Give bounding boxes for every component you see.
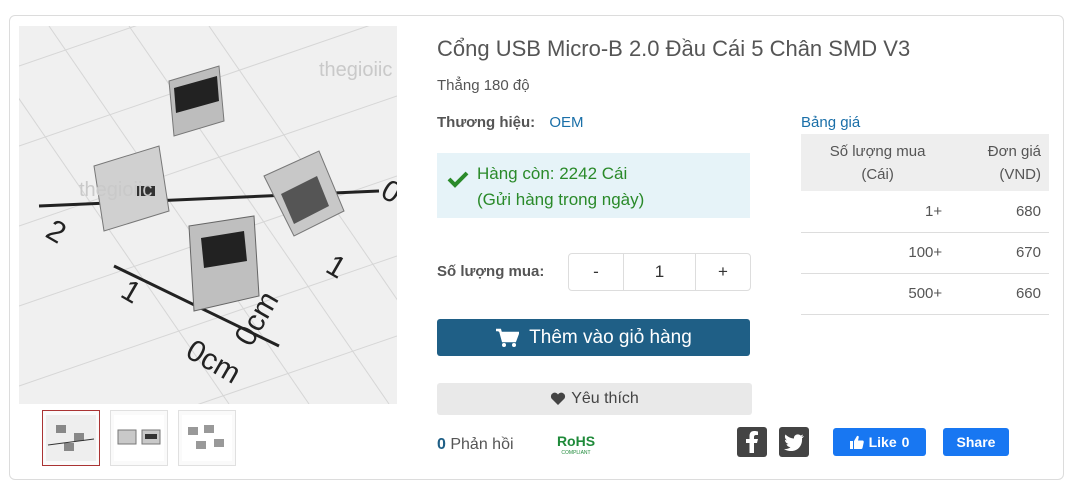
facebook-icon — [746, 431, 758, 453]
rohs-subtext: COMPLIANT — [561, 450, 590, 456]
product-photo: 2 1 0cm 1 0cm 0 thegioiic thegioiic — [19, 26, 397, 404]
facebook-share-text-button[interactable]: Share — [943, 428, 1009, 456]
header-price-line1: Đơn giá — [987, 142, 1041, 160]
like-count: 0 — [901, 434, 910, 450]
watermark: thegioiic — [319, 59, 392, 81]
stock-count: Hàng còn: 2242 Cái — [477, 164, 628, 183]
add-to-cart-button[interactable]: Thêm vào giỏ hàng — [437, 319, 750, 356]
thumbnail-2[interactable] — [110, 410, 168, 466]
thumbnail-image — [182, 415, 232, 461]
add-to-cart-label: Thêm vào giỏ hàng — [529, 326, 692, 348]
rohs-text: RoHS — [557, 433, 595, 449]
header-quantity: Số lượng mua (Cái) — [801, 134, 955, 191]
watermark: thegioiic — [79, 179, 152, 201]
thumbnail-1[interactable] — [42, 410, 100, 466]
brand-link[interactable]: OEM — [549, 114, 583, 131]
heart-icon — [551, 392, 566, 405]
price-table-header: Số lượng mua (Cái) Đơn giá (VND) — [801, 134, 1049, 191]
product-title: Cổng USB Micro-B 2.0 Đầu Cái 5 Chân SMD … — [437, 36, 911, 61]
twitter-icon — [784, 433, 804, 451]
quantity-decrement-button[interactable]: - — [569, 254, 623, 290]
comment-count: 0 — [437, 436, 446, 453]
cart-icon — [496, 328, 520, 347]
facebook-share-button[interactable] — [737, 427, 767, 457]
favorite-button[interactable]: Yêu thích — [437, 383, 752, 415]
check-icon — [447, 171, 469, 188]
price-row: 1+ 680 — [801, 191, 1049, 233]
header-price-line2: (VND) — [999, 165, 1041, 183]
quantity-input[interactable]: 1 — [623, 254, 696, 290]
thumbnail-image — [46, 415, 96, 461]
price-row-qty: 500+ — [801, 273, 955, 315]
header-quantity-line2: (Cái) — [861, 165, 894, 183]
stock-box: Hàng còn: 2242 Cái (Gửi hàng trong ngày) — [437, 153, 750, 218]
price-table-title: Bảng giá — [801, 114, 861, 131]
price-row-qty: 1+ — [801, 191, 955, 233]
price-row-price: 660 — [954, 273, 1049, 315]
facebook-like-button[interactable]: Like 0 — [833, 428, 926, 456]
comment-label: Phản hồi — [450, 436, 514, 453]
comments-link[interactable]: 0 Phản hồi — [437, 436, 514, 454]
price-row: 100+ 670 — [801, 232, 1049, 274]
price-row: 500+ 660 — [801, 273, 1049, 315]
brand-row: Thương hiệu: OEM — [437, 114, 584, 131]
price-row-price: 670 — [954, 232, 1049, 274]
quantity-stepper: - 1 + — [568, 253, 751, 291]
price-row-qty: 100+ — [801, 232, 955, 274]
product-subtitle: Thẳng 180 độ — [437, 77, 530, 94]
usb-connector-graphic — [188, 215, 260, 312]
brand-label: Thương hiệu: — [437, 114, 536, 131]
shipping-note: (Gửi hàng trong ngày) — [477, 190, 645, 209]
rohs-logo: RoHS COMPLIANT — [557, 433, 595, 456]
quantity-increment-button[interactable]: + — [696, 254, 750, 290]
header-price: Đơn giá (VND) — [954, 134, 1049, 191]
favorite-label: Yêu thích — [571, 390, 639, 407]
price-table: Số lượng mua (Cái) Đơn giá (VND) 1+ 680 … — [801, 134, 1049, 315]
price-row-price: 680 — [954, 191, 1049, 233]
thumbs-up-icon — [849, 435, 864, 449]
like-label: Like — [868, 434, 897, 450]
thumbnail-3[interactable] — [178, 410, 236, 466]
twitter-share-button[interactable] — [779, 427, 809, 457]
quantity-label: Số lượng mua: — [437, 263, 545, 280]
thumbnail-strip — [42, 410, 236, 466]
header-quantity-line1: Số lượng mua — [829, 142, 926, 160]
thumbnail-image — [114, 415, 164, 461]
product-main-image[interactable]: 2 1 0cm 1 0cm 0 thegioiic thegioiic — [19, 26, 397, 404]
